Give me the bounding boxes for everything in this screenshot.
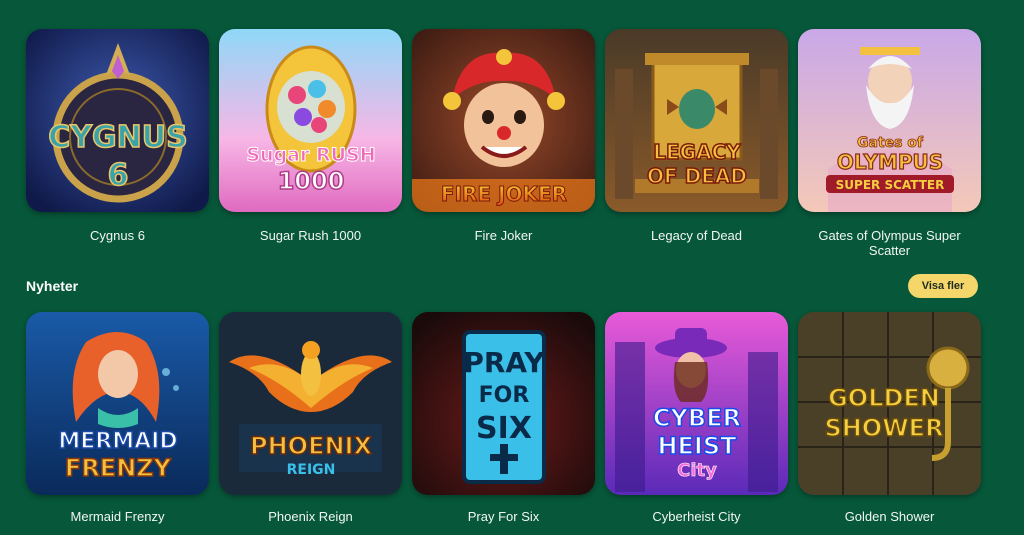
svg-text:SHOWER: SHOWER [824,414,943,442]
news-games-row: MERMAID FRENZY Mermaid Frenzy PHOENIX RE… [26,312,981,524]
fire-joker-artwork: FIRE JOKER [412,29,595,212]
game-title[interactable]: Pray For Six [419,509,589,524]
svg-text:CYGNUS: CYGNUS [48,120,187,155]
game-title[interactable]: Fire Joker [419,228,589,243]
svg-text:OLYMPUS: OLYMPUS [837,150,943,174]
game-thumbnail[interactable]: GOLDEN SHOWER [798,312,981,495]
svg-text:FOR: FOR [479,383,530,408]
game-card-gates-of-olympus-super-scatter[interactable]: Gates of OLYMPUS SUPER SCATTER Gates of … [798,29,981,258]
game-card-pray-for-six[interactable]: PRAY FOR SIX Pray For Six [412,312,595,524]
game-thumbnail[interactable]: FIRE JOKER [412,29,595,212]
cyberheist-city-artwork: CYBER HEIST City [605,312,788,495]
svg-text:FIRE JOKER: FIRE JOKER [441,182,567,206]
game-card-cygnus-6[interactable]: CYGNUS 6 Cygnus 6 [26,29,209,258]
svg-text:SUPER SCATTER: SUPER SCATTER [836,178,945,192]
game-card-cyberheist-city[interactable]: CYBER HEIST City Cyberheist City [605,312,788,524]
svg-text:LEGACY: LEGACY [653,140,741,164]
svg-text:1000: 1000 [278,167,345,195]
game-thumbnail[interactable]: PHOENIX REIGN [219,312,402,495]
legacy-of-dead-artwork: LEGACY OF DEAD [605,29,788,212]
game-card-legacy-of-dead[interactable]: LEGACY OF DEAD Legacy of Dead [605,29,788,258]
game-card-mermaid-frenzy[interactable]: MERMAID FRENZY Mermaid Frenzy [26,312,209,524]
phoenix-reign-artwork: PHOENIX REIGN [219,312,402,495]
svg-text:6: 6 [108,158,129,193]
game-thumbnail[interactable]: MERMAID FRENZY [26,312,209,495]
svg-text:GOLDEN: GOLDEN [828,384,940,412]
game-title[interactable]: Cyberheist City [612,509,782,524]
game-title[interactable]: Sugar Rush 1000 [226,228,396,243]
game-card-golden-shower[interactable]: GOLDEN SHOWER Golden Shower [798,312,981,524]
games-row: CYGNUS 6 Cygnus 6 Sugar RUSH 1000 Sugar … [26,29,981,258]
golden-shower-artwork: GOLDEN SHOWER [798,312,981,495]
svg-text:PHOENIX: PHOENIX [250,432,372,460]
game-card-sugar-rush-1000[interactable]: Sugar RUSH 1000 Sugar Rush 1000 [219,29,402,258]
pray-for-six-artwork: PRAY FOR SIX [412,312,595,495]
game-thumbnail[interactable]: Gates of OLYMPUS SUPER SCATTER [798,29,981,212]
svg-text:CYBER: CYBER [653,404,741,432]
game-lobby: CYGNUS 6 Cygnus 6 Sugar RUSH 1000 Sugar … [0,0,1024,535]
game-card-fire-joker[interactable]: FIRE JOKER Fire Joker [412,29,595,258]
gates-of-olympus-artwork: Gates of OLYMPUS SUPER SCATTER [798,29,981,212]
sugar-rush-artwork: Sugar RUSH 1000 [219,29,402,212]
game-title[interactable]: Golden Shower [805,509,975,524]
game-thumbnail[interactable]: CYGNUS 6 [26,29,209,212]
game-title[interactable]: Gates of Olympus Super Scatter [805,228,975,258]
svg-text:SIX: SIX [476,411,532,446]
svg-text:PRAY: PRAY [463,346,545,379]
game-title[interactable]: Legacy of Dead [612,228,782,243]
game-thumbnail[interactable]: PRAY FOR SIX [412,312,595,495]
svg-text:OF DEAD: OF DEAD [647,164,747,188]
svg-text:MERMAID: MERMAID [58,429,177,454]
game-title[interactable]: Phoenix Reign [226,509,396,524]
game-title[interactable]: Cygnus 6 [33,228,203,243]
game-card-phoenix-reign[interactable]: PHOENIX REIGN Phoenix Reign [219,312,402,524]
mermaid-frenzy-artwork: MERMAID FRENZY [26,312,209,495]
svg-text:Sugar RUSH: Sugar RUSH [246,144,375,166]
svg-text:City: City [677,460,717,481]
game-title[interactable]: Mermaid Frenzy [33,509,203,524]
svg-text:HEIST: HEIST [657,432,737,460]
svg-text:REIGN: REIGN [287,462,336,478]
cygnus-6-artwork: CYGNUS 6 [26,29,209,212]
show-more-button[interactable]: Visa fler [908,274,978,298]
svg-text:Gates of: Gates of [857,135,924,151]
section-title-news: Nyheter [26,278,79,294]
game-thumbnail[interactable]: LEGACY OF DEAD [605,29,788,212]
svg-text:FRENZY: FRENZY [65,454,172,482]
game-thumbnail[interactable]: CYBER HEIST City [605,312,788,495]
game-thumbnail[interactable]: Sugar RUSH 1000 [219,29,402,212]
